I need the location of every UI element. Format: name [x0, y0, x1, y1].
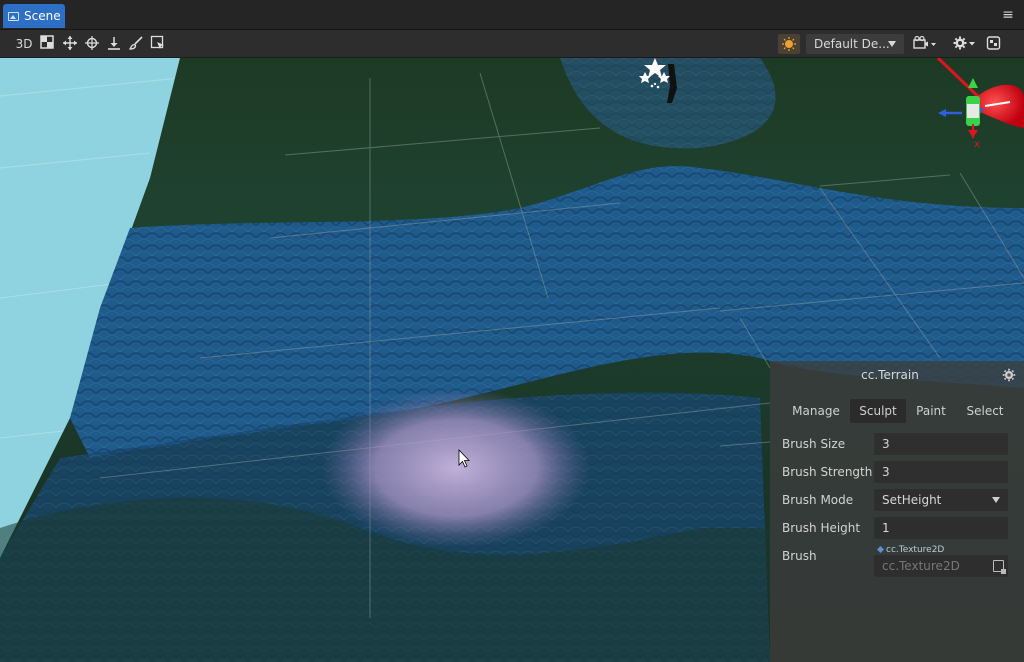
gizmo-x-label: x — [974, 139, 980, 150]
brush-height-input[interactable]: 1 — [874, 517, 1008, 539]
mode-3d-button[interactable]: 3D — [14, 35, 34, 53]
gear-icon[interactable] — [952, 35, 978, 53]
brush-size-input[interactable]: 3 — [874, 433, 1008, 455]
chevron-down-icon — [888, 41, 896, 47]
tab-manage[interactable]: Manage — [782, 399, 850, 423]
scene-icon — [8, 11, 19, 21]
asset-picker-icon[interactable] — [993, 560, 1006, 574]
tab-select[interactable]: Select — [956, 399, 1014, 423]
panel-menu-icon[interactable]: ≡ — [1002, 8, 1014, 22]
texture-type-label: cc.Texture2D — [886, 545, 945, 555]
tab-scene-label: Scene — [24, 9, 61, 23]
tab-scene[interactable]: Scene — [3, 4, 65, 28]
brush-height-label: Brush Height — [782, 521, 861, 535]
asset-type-icon — [876, 545, 885, 554]
brush-size-label: Brush Size — [782, 437, 846, 451]
rect-tool-icon[interactable] — [40, 35, 56, 53]
brush-mode-select[interactable]: SetHeight — [874, 489, 1008, 511]
texture-type-tag: cc.Texture2D — [876, 545, 945, 555]
camera-dropdown[interactable]: Default De... — [806, 34, 904, 54]
brush-strength-input[interactable]: 3 — [874, 461, 1008, 483]
tab-sculpt[interactable]: Sculpt — [850, 399, 906, 423]
brush-label: Brush — [782, 549, 817, 563]
brush-tool-icon[interactable] — [128, 35, 144, 53]
chevron-down-icon — [992, 497, 1000, 503]
camera-settings-icon[interactable] — [912, 35, 938, 53]
tab-paint[interactable]: Paint — [906, 399, 956, 423]
brush-texture-placeholder: cc.Texture2D — [882, 559, 960, 573]
camera-dropdown-value: Default De... — [814, 37, 890, 51]
tab-bar: Scene ≡ — [0, 0, 1024, 30]
scene-toolbar: 3D Default De... — [0, 30, 1024, 58]
rect-select-tool-icon[interactable] — [150, 35, 166, 53]
brush-strength-label: Brush Strength — [782, 465, 873, 479]
brush-mode-label: Brush Mode — [782, 493, 854, 507]
terrain-tabs: Manage Sculpt Paint Select — [782, 399, 1014, 423]
brush-texture-field[interactable]: cc.Texture2D — [874, 555, 1008, 577]
gear-icon[interactable] — [1002, 368, 1016, 382]
terrain-panel-title: cc.Terrain — [861, 368, 919, 382]
move-tool-icon[interactable] — [62, 35, 78, 53]
brush-mode-value: SetHeight — [882, 493, 942, 507]
terrain-panel: cc.Terrain Manage Sculpt Paint Select Br… — [770, 361, 1024, 662]
scale-tool-icon[interactable] — [106, 35, 122, 53]
brush-area-highlight — [321, 388, 591, 548]
rotate-tool-icon[interactable] — [84, 35, 100, 53]
sun-light-toggle-icon[interactable] — [778, 34, 800, 54]
layout-icon[interactable] — [986, 35, 1002, 53]
